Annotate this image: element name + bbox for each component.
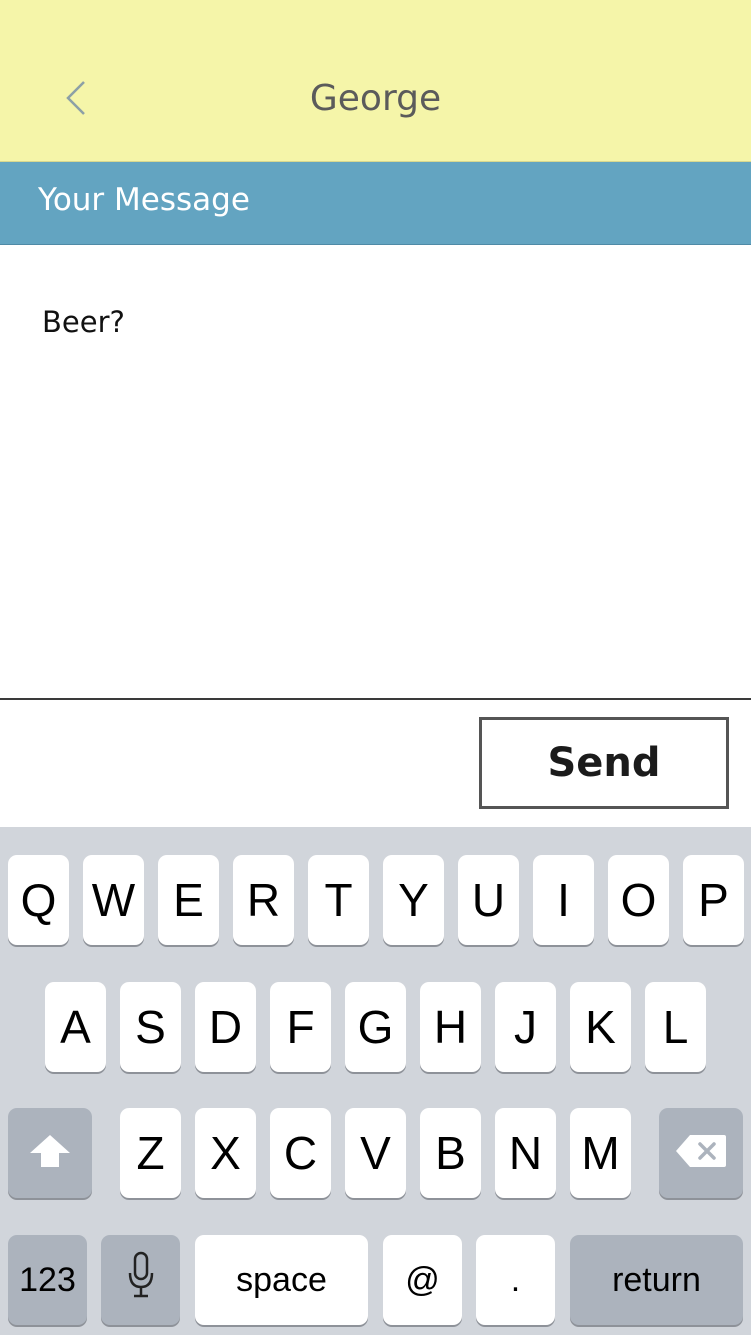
return-key[interactable]: return [570, 1235, 743, 1325]
message-compose-screen: George Your Message Beer? Send Q W E R T… [0, 0, 751, 1335]
key-r[interactable]: R [233, 855, 294, 945]
key-c[interactable]: C [270, 1108, 331, 1198]
shift-arrow-icon [28, 1126, 72, 1180]
key-u[interactable]: U [458, 855, 519, 945]
key-a[interactable]: A [45, 982, 106, 1072]
at-key[interactable]: @ [383, 1235, 462, 1325]
key-d[interactable]: D [195, 982, 256, 1072]
key-p[interactable]: P [683, 855, 744, 945]
key-f[interactable]: F [270, 982, 331, 1072]
backspace-key[interactable] [659, 1108, 743, 1198]
key-o[interactable]: O [608, 855, 669, 945]
key-g[interactable]: G [345, 982, 406, 1072]
backspace-icon [674, 1126, 728, 1180]
header-bar: George [0, 0, 751, 162]
key-n[interactable]: N [495, 1108, 556, 1198]
key-k[interactable]: K [570, 982, 631, 1072]
key-e[interactable]: E [158, 855, 219, 945]
key-j[interactable]: J [495, 982, 556, 1072]
period-key[interactable]: . [476, 1235, 555, 1325]
key-z[interactable]: Z [120, 1108, 181, 1198]
divider [0, 698, 751, 700]
space-key[interactable]: space [195, 1235, 368, 1325]
microphone-icon [127, 1251, 155, 1310]
key-w[interactable]: W [83, 855, 144, 945]
key-s[interactable]: S [120, 982, 181, 1072]
keyboard: Q W E R T Y U I O P A S D F G H J K L Z … [0, 827, 751, 1335]
key-y[interactable]: Y [383, 855, 444, 945]
key-v[interactable]: V [345, 1108, 406, 1198]
page-title: George [309, 78, 442, 119]
key-l[interactable]: L [645, 982, 706, 1072]
numbers-key[interactable]: 123 [8, 1235, 87, 1325]
key-i[interactable]: I [533, 855, 594, 945]
section-label: Your Message [38, 182, 250, 218]
key-q[interactable]: Q [8, 855, 69, 945]
dictation-key[interactable] [101, 1235, 180, 1325]
message-input[interactable]: Beer? [0, 245, 751, 698]
message-text: Beer? [42, 305, 125, 339]
key-h[interactable]: H [420, 982, 481, 1072]
key-x[interactable]: X [195, 1108, 256, 1198]
shift-key[interactable] [8, 1108, 92, 1198]
key-t[interactable]: T [308, 855, 369, 945]
send-button[interactable]: Send [479, 717, 729, 809]
key-m[interactable]: M [570, 1108, 631, 1198]
key-b[interactable]: B [420, 1108, 481, 1198]
